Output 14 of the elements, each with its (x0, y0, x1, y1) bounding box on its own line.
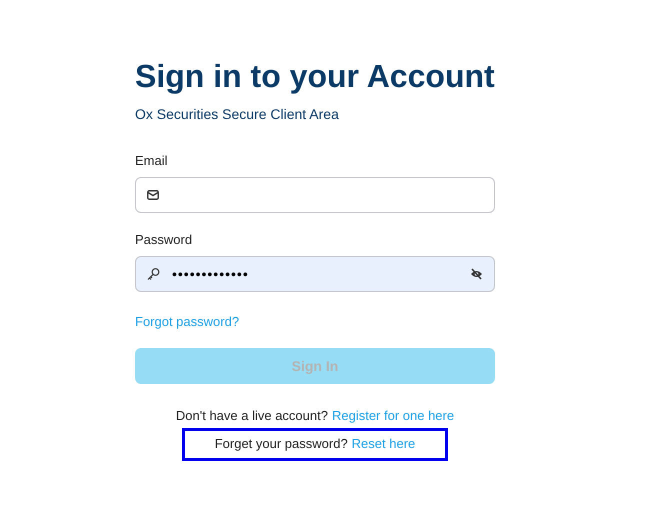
footer-link[interactable]: Register for one here (332, 408, 454, 424)
password-field[interactable]: ••••••••••••• (135, 256, 495, 292)
eye-slash-icon[interactable] (470, 268, 483, 280)
footer-text: Forget your password? (214, 436, 348, 452)
page-title: Sign in to your Account (135, 57, 495, 96)
footer-text: Don't have a live account? (176, 408, 328, 424)
email-field[interactable] (135, 177, 495, 213)
field-label: Email (135, 153, 168, 169)
footer-link[interactable]: Reset here (352, 436, 416, 452)
field-label: Password (135, 232, 192, 248)
envelope-icon (147, 190, 159, 200)
forgot-password-link[interactable]: Forgot password? (135, 314, 240, 330)
key-icon (147, 268, 160, 280)
subtitle: Ox Securities Secure Client Area (135, 105, 340, 123)
